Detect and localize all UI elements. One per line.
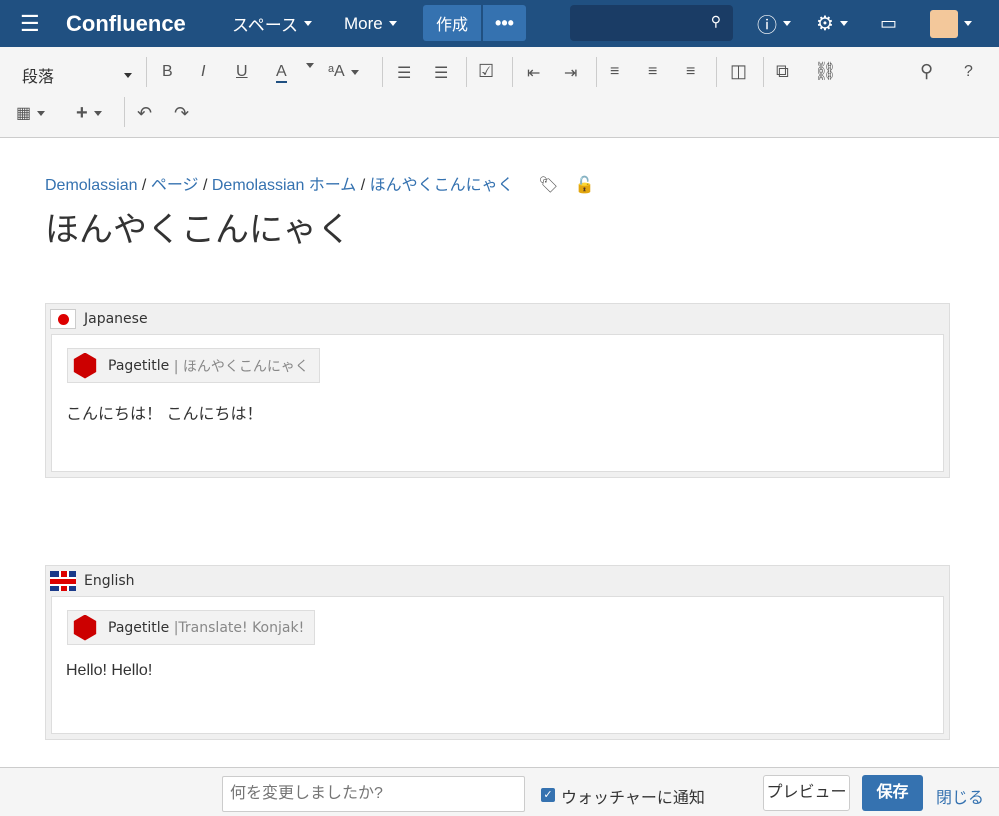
insert-icon[interactable]: + [76,102,102,125]
paragraph-label: 段落 [22,69,55,86]
color-dropdown[interactable] [300,63,314,68]
section-text: こんにちは！ こんにちは！ [66,406,263,423]
breadcrumb-link[interactable]: Demolassian [45,177,137,194]
italic-button[interactable]: I [201,63,205,81]
text-style-label: ᵃA [328,63,345,80]
unlock-icon[interactable]: 🔓 [575,177,595,194]
find-icon[interactable]: ⚲ [920,61,933,82]
more-actions-button[interactable]: ••• [483,5,526,41]
more-menu[interactable]: More [344,14,397,34]
paragraph-select[interactable]: 段落 [22,63,133,87]
pagetitle-label: Pagetitle [108,619,170,636]
search-icon: ⚲ [710,13,721,29]
gear-icon[interactable]: ⚙ [816,11,848,36]
language-section-japanese: Japanese Pagetitle | ほんやくこんにゃく こんにちは！ こん… [45,303,950,478]
section-body[interactable]: Pagetitle | ほんやくこんにゃく こんにちは！ こんにちは！ [51,334,944,472]
breadcrumb: Demolassian / ページ / Demolassian ホーム / ほん… [45,177,595,194]
close-link[interactable]: 閉じる [936,784,984,808]
pagetitle-macro[interactable]: Pagetitle | ほんやくこんにゃく [67,348,320,383]
layout-icon[interactable]: ◫ [730,61,747,82]
notify-label: ウォッチャーに通知 [561,790,705,807]
page-title[interactable]: ほんやくこんにゃく [45,202,351,251]
link-icon[interactable]: ⛓ [814,61,837,82]
pagetitle-macro[interactable]: Pagetitle |Translate! Konjak! [67,610,316,645]
task-list-icon[interactable]: ☑ [478,61,494,82]
label-icon[interactable]: 🏷 [538,177,558,194]
language-label: Japanese [84,311,148,327]
help-icon[interactable]: ⓘ [757,9,791,38]
preview-button[interactable]: プレビュー [763,775,850,811]
redo-icon[interactable]: ↷ [174,103,189,124]
pagetitle-value: |Translate! Konjak! [173,619,305,636]
align-left-icon[interactable]: ≡ [610,63,619,81]
save-button[interactable]: 保存 [862,775,923,811]
section-text: Hello! Hello! [66,662,153,679]
help-button[interactable]: ? [964,63,973,81]
image-icon[interactable]: ⧉ [776,61,789,82]
more-label: More [344,13,383,33]
undo-icon[interactable]: ↶ [137,103,152,124]
notify-checkbox[interactable]: ✓ [541,788,555,802]
table-icon[interactable]: ▦ [16,103,46,123]
top-nav: ☰ Confluence スペース More 作成 ••• ⚲ ⓘ ⚙ ▭ [0,0,999,47]
spaces-label: スペース [232,16,298,35]
change-comment-input[interactable] [222,776,525,812]
outdent-icon[interactable]: ⇤ [527,63,540,83]
japan-flag-icon [50,309,76,329]
confluence-logo[interactable]: Confluence [66,11,186,37]
avatar[interactable] [930,9,972,38]
text-color-button[interactable]: A [276,63,287,83]
notifications-icon[interactable]: ▭ [880,13,897,34]
spaces-menu[interactable]: スペース [232,11,312,36]
indent-icon[interactable]: ⇥ [564,63,577,83]
pagetitle-value: | ほんやくこんにゃく [173,358,309,375]
editor-footer: ✓ ウォッチャーに通知 プレビュー 保存 閉じる [0,767,999,816]
macro-icon [73,352,97,379]
align-center-icon[interactable]: ≡ [648,63,657,81]
breadcrumb-link[interactable]: ページ [151,177,199,194]
create-button[interactable]: 作成 [423,5,481,41]
pagetitle-label: Pagetitle [108,357,170,374]
uk-flag-icon [50,571,76,591]
text-style-button[interactable]: ᵃA [328,63,359,81]
menu-icon[interactable]: ☰ [20,11,40,37]
logo-text: Confluence [66,10,186,36]
breadcrumb-link[interactable]: Demolassian ホーム [212,177,356,194]
language-label: English [84,573,135,589]
numbered-list-icon[interactable]: ☰ [434,63,448,83]
bullet-list-icon[interactable]: ☰ [397,63,411,83]
bold-button[interactable]: B [162,63,173,81]
underline-button[interactable]: U [236,63,248,81]
macro-icon [73,614,97,641]
section-body[interactable]: Pagetitle |Translate! Konjak! Hello! Hel… [51,596,944,734]
editor-toolbar: 段落 B I U A ᵃA ☰ ☰ ☑ ⇤ ⇥ ≡ ≡ ≡ ◫ ⧉ ⛓ ⚲ ? … [0,47,999,138]
search-input[interactable]: ⚲ [570,5,733,41]
align-right-icon[interactable]: ≡ [686,63,695,81]
language-section-english: English Pagetitle |Translate! Konjak! He… [45,565,950,740]
breadcrumb-link[interactable]: ほんやくこんにゃく [370,177,514,194]
